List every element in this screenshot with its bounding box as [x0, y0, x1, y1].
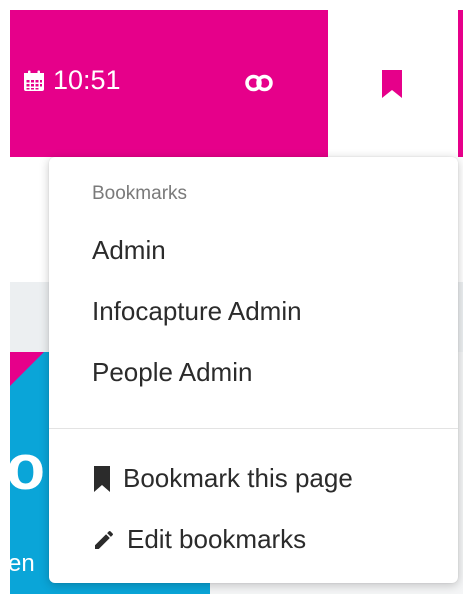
tile-corner-flag	[10, 352, 44, 386]
link-icon	[245, 74, 273, 92]
tile-title-fragment: o	[10, 431, 46, 503]
bookmarks-toggle-area	[328, 10, 458, 157]
bookmark-item-people-admin[interactable]: People Admin	[92, 357, 252, 388]
edit-bookmarks-button[interactable]: Edit bookmarks	[92, 524, 306, 555]
menu-divider	[49, 428, 458, 429]
clock: 10:51	[23, 65, 121, 96]
bookmarks-heading: Bookmarks	[92, 183, 188, 204]
bookmarks-toggle-button[interactable]	[378, 66, 406, 102]
bookmark-icon	[382, 70, 402, 98]
bookmark-this-page-button[interactable]: Bookmark this page	[92, 463, 353, 494]
tile-subtitle-fragment: en	[10, 550, 35, 577]
pencil-icon	[95, 530, 114, 549]
bookmark-item-admin[interactable]: Admin	[92, 235, 166, 266]
top-bar: 10:51	[10, 10, 328, 157]
bookmark-item-infocapture-admin[interactable]: Infocapture Admin	[92, 296, 302, 327]
bookmarks-dropdown: Bookmarks Admin Infocapture Admin People…	[49, 157, 458, 583]
calendar-icon	[24, 70, 44, 91]
edit-bookmarks-label: Edit bookmarks	[127, 524, 307, 554]
bookmark-icon	[94, 465, 110, 492]
bookmark-this-page-label: Bookmark this page	[123, 463, 353, 493]
clock-time: 10:51	[53, 65, 121, 95]
top-bar-edge	[458, 10, 463, 157]
link-button[interactable]	[243, 70, 275, 96]
